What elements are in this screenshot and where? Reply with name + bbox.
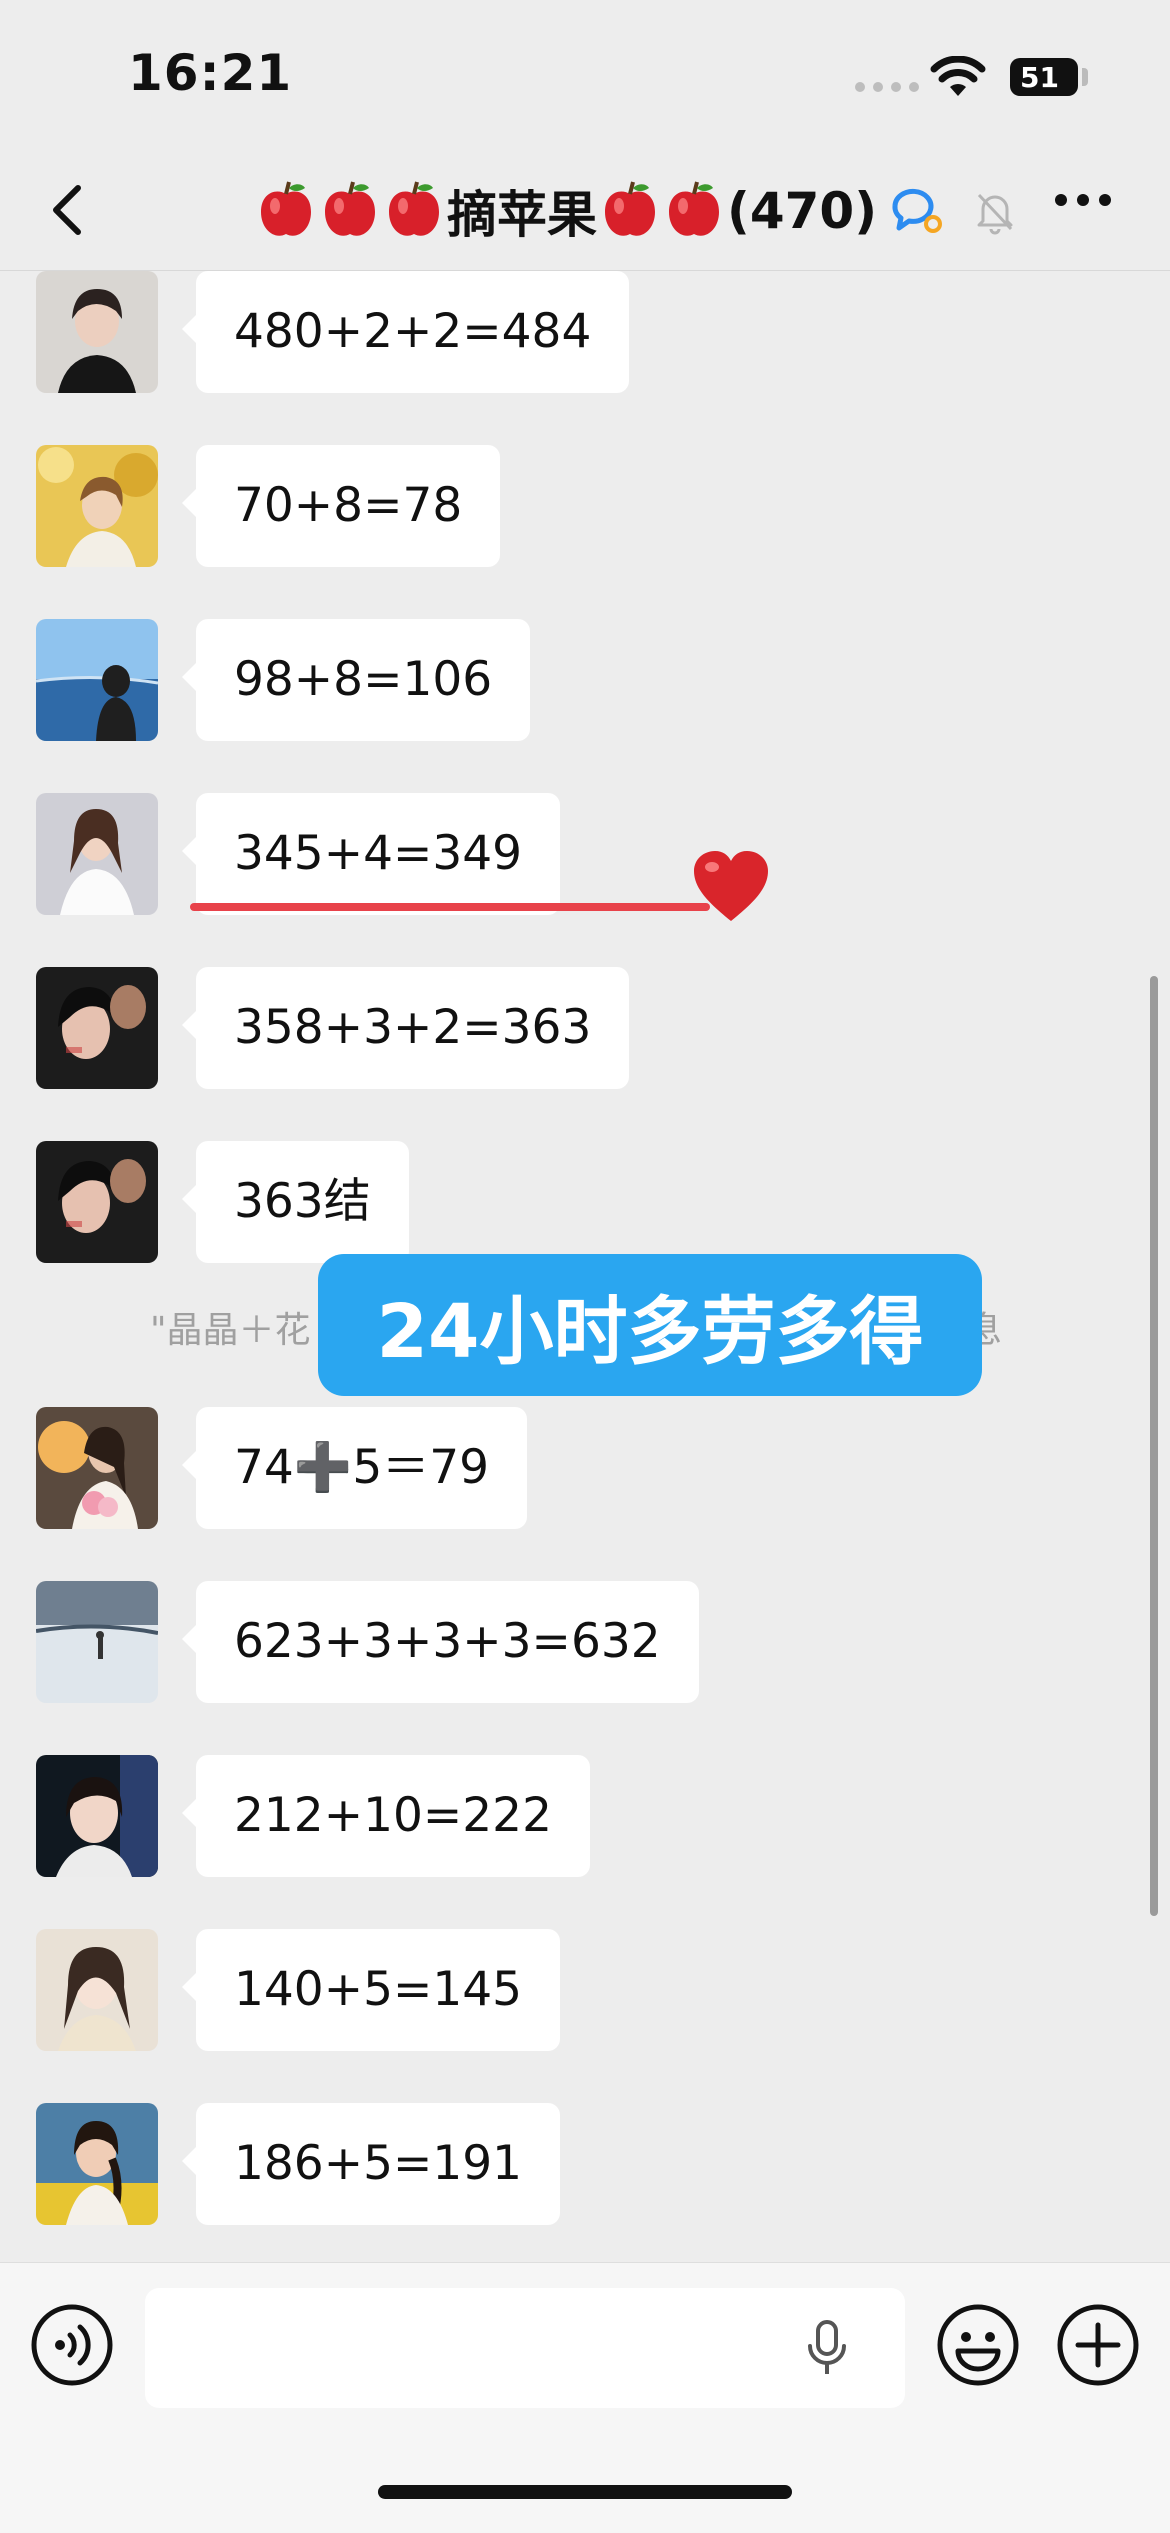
- avatar[interactable]: [36, 271, 158, 393]
- avatar[interactable]: [36, 619, 158, 741]
- message-bubble[interactable]: 212+10=222: [182, 1755, 590, 1877]
- wifi-icon: [930, 56, 986, 96]
- heart-icon: [694, 851, 768, 921]
- message-bubble[interactable]: 623+3+3+3=632: [182, 1581, 699, 1703]
- home-indicator: [378, 2485, 792, 2499]
- battery-icon: 51: [1010, 58, 1078, 96]
- message-bubble[interactable]: 140+5=145: [181, 1929, 561, 2051]
- message-bubble[interactable]: 480+2+2=484: [181, 271, 630, 393]
- back-arrow-icon[interactable]: [40, 180, 100, 240]
- message-bubble[interactable]: 358+3+2=363: [181, 967, 630, 1089]
- chat-title-text: 摘苹果: [447, 186, 597, 244]
- message-list[interactable]: 480+2+2=484 70+8=78 98+8=106 345+4=349 3…: [0, 271, 1170, 2261]
- avatar[interactable]: [36, 967, 158, 1089]
- battery-level: 51: [1020, 60, 1059, 94]
- message-bubble[interactable]: 363结: [182, 1141, 409, 1263]
- status-time: 16:21: [128, 44, 293, 102]
- avatar[interactable]: [36, 445, 158, 567]
- avatar[interactable]: [36, 2103, 158, 2225]
- scrollbar[interactable]: [1150, 976, 1158, 1916]
- apple-emoji-icon: [389, 181, 439, 236]
- message-bubble[interactable]: 70+8=78: [181, 445, 501, 567]
- message-bubble[interactable]: 98+8=106: [181, 619, 531, 741]
- avatar[interactable]: [36, 1929, 158, 2051]
- avatar[interactable]: [36, 793, 158, 915]
- message-input[interactable]: [145, 2288, 905, 2408]
- status-bar: 16:21 51: [0, 0, 1170, 150]
- message-input-bar: [0, 2262, 1170, 2533]
- apple-emoji-icon: [669, 181, 719, 236]
- message-bubble[interactable]: 186+5=191: [181, 2103, 561, 2225]
- chat-header: 摘苹果 (470): [0, 150, 1170, 271]
- microphone-icon[interactable]: [805, 2320, 849, 2376]
- message-bubble[interactable]: 345+4=349: [181, 793, 561, 915]
- avatar[interactable]: [36, 1407, 158, 1529]
- chat-title[interactable]: 摘苹果 (470): [255, 176, 1019, 246]
- voice-mode-icon[interactable]: [30, 2303, 114, 2387]
- apple-emoji-icon: [605, 181, 655, 236]
- more-options-icon[interactable]: [1055, 194, 1111, 206]
- apple-emoji-icon: [325, 181, 375, 236]
- member-count: (470): [727, 182, 878, 240]
- highlight-underline: [190, 903, 710, 911]
- battery-cap: [1082, 68, 1088, 86]
- plus-icon[interactable]: [1056, 2303, 1140, 2387]
- message-bubble[interactable]: 74➕5＝79: [181, 1407, 528, 1529]
- avatar[interactable]: [36, 1755, 158, 1877]
- emoji-icon[interactable]: [936, 2303, 1020, 2387]
- apple-emoji-icon: [261, 181, 311, 236]
- system-notice: "晶晶＋花: [150, 1310, 311, 1351]
- mute-bell-icon: [977, 193, 1013, 235]
- cellular-signal-icon: [855, 82, 919, 92]
- promo-banner: 24小时多劳多得: [318, 1254, 982, 1396]
- avatar[interactable]: [36, 1581, 158, 1703]
- avatar[interactable]: [36, 1141, 158, 1263]
- chat-bubbles-icon: [892, 188, 943, 233]
